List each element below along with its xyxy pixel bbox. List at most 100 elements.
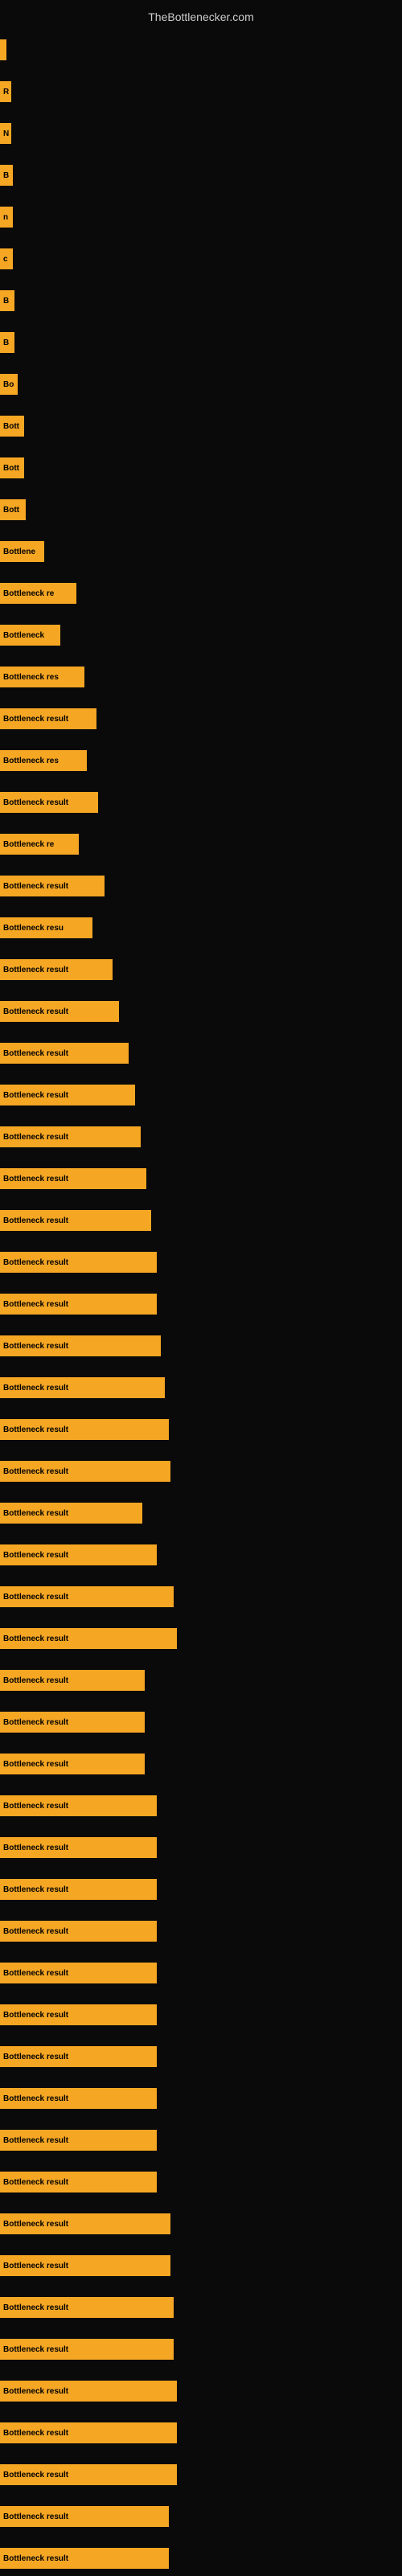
bar-track: Bottleneck result bbox=[0, 2130, 157, 2151]
bar-item: Bottleneck result bbox=[0, 868, 105, 904]
bar-text: Bottleneck result bbox=[3, 1844, 68, 1852]
bar-track: Bottleneck result bbox=[0, 2422, 177, 2443]
bar-item: Bottleneck res bbox=[0, 659, 84, 695]
bar-text: Bottleneck result bbox=[3, 2011, 68, 2020]
bar-track: Bottleneck result bbox=[0, 2464, 177, 2485]
bar-track: Bottleneck result bbox=[0, 1754, 145, 1774]
bar-track: Bottleneck result bbox=[0, 1712, 145, 1733]
bar-track: Bottleneck re bbox=[0, 583, 76, 604]
bar-item: Bottleneck result bbox=[0, 1495, 142, 1531]
bar-item: Bottleneck result bbox=[0, 1328, 161, 1364]
bar-text: Bottleneck result bbox=[3, 1593, 68, 1602]
bar-text: n bbox=[3, 213, 8, 222]
bar-text: Bottleneck result bbox=[3, 2387, 68, 2396]
bar-item: Bottleneck result bbox=[0, 2123, 157, 2158]
bar-item: Bottleneck result bbox=[0, 1412, 169, 1447]
bar-track: Bottleneck result bbox=[0, 2297, 174, 2318]
bar-track: Bottleneck result bbox=[0, 1963, 157, 1983]
bar-text: B bbox=[3, 171, 9, 180]
bar-track: Bottleneck result bbox=[0, 1294, 157, 1315]
bar-item: Bottleneck result bbox=[0, 785, 98, 820]
bar-text: Bottleneck result bbox=[3, 1091, 68, 1100]
bar-track: B bbox=[0, 165, 13, 186]
bar-item: Bottleneck res bbox=[0, 743, 87, 778]
bar-item: Bottleneck result bbox=[0, 2164, 157, 2200]
bar-track: Bottleneck resu bbox=[0, 917, 92, 938]
bar-text: Bottleneck result bbox=[3, 1760, 68, 1769]
bar-track bbox=[0, 39, 6, 60]
bar-text: Bottleneck result bbox=[3, 2345, 68, 2354]
bar-text: Bo bbox=[3, 380, 14, 389]
bar-item: Bottleneck result bbox=[0, 1997, 157, 2032]
bar-item: Bottleneck result bbox=[0, 1119, 141, 1155]
bar-text: Bottleneck resu bbox=[3, 924, 64, 933]
bar-item: Bottleneck result bbox=[0, 1161, 146, 1196]
bar-track: Bottleneck re bbox=[0, 834, 79, 855]
bar-track: Bottleneck res bbox=[0, 750, 87, 771]
bar-text: Bottleneck result bbox=[3, 1133, 68, 1142]
bar-track: Bottleneck result bbox=[0, 1837, 157, 1858]
bar-track: Bottleneck result bbox=[0, 1335, 161, 1356]
bar-text: Bottleneck res bbox=[3, 673, 59, 682]
bar-item: Bottleneck result bbox=[0, 1286, 157, 1322]
bar-text: Bottleneck result bbox=[3, 1258, 68, 1267]
bar-track: Bottleneck result bbox=[0, 1879, 157, 1900]
bar-text: Bottleneck result bbox=[3, 2094, 68, 2103]
bar-text: Bottleneck result bbox=[3, 1509, 68, 1518]
bar-text: Bottleneck result bbox=[3, 2053, 68, 2061]
bar-track: Bottleneck result bbox=[0, 1544, 157, 1565]
bar-track: Bottleneck result bbox=[0, 1628, 177, 1649]
bar-track: Bottleneck result bbox=[0, 1252, 157, 1273]
bar-text: Bottleneck result bbox=[3, 1342, 68, 1351]
bar-track: Bott bbox=[0, 457, 24, 478]
bar-text: Bott bbox=[3, 464, 19, 473]
bar-item: Bottleneck result bbox=[0, 2415, 177, 2451]
bar-item: Bottleneck result bbox=[0, 2290, 174, 2325]
bar-text: Bottleneck result bbox=[3, 2554, 68, 2563]
bar-track: Bottleneck result bbox=[0, 708, 96, 729]
bar-text: Bottleneck result bbox=[3, 1425, 68, 1434]
bar-text: Bottleneck result bbox=[3, 1927, 68, 1936]
bar-item: Bottleneck result bbox=[0, 994, 119, 1029]
bar-item: Bottleneck re bbox=[0, 827, 79, 862]
bar-item: Bottleneck result bbox=[0, 1537, 157, 1573]
bar-track: Bottleneck result bbox=[0, 876, 105, 896]
bar-track: Bottleneck result bbox=[0, 792, 98, 813]
bar-item: Bottleneck result bbox=[0, 1914, 157, 1949]
bar-item: Bottleneck re bbox=[0, 576, 76, 611]
bar-text: Bottleneck result bbox=[3, 2512, 68, 2521]
bar-text: R bbox=[3, 88, 9, 96]
bar-item: Bottleneck resu bbox=[0, 910, 92, 945]
bar-text: Bottleneck re bbox=[3, 589, 54, 598]
bar-item: Bottleneck result bbox=[0, 2499, 169, 2534]
bar-item: R bbox=[0, 74, 11, 109]
site-title: TheBottlenecker.com bbox=[0, 4, 402, 30]
bar-track: Bottleneck res bbox=[0, 667, 84, 687]
bar-text: Bottleneck bbox=[3, 631, 44, 640]
bar-text: Bottleneck result bbox=[3, 1718, 68, 1727]
bar-track: Bottleneck result bbox=[0, 2381, 177, 2402]
bar-text: Bottleneck result bbox=[3, 2220, 68, 2229]
bar-item: Bottleneck result bbox=[0, 1955, 157, 1991]
bar-track: Bo bbox=[0, 374, 18, 395]
bar-text: Bottleneck result bbox=[3, 2471, 68, 2480]
bar-track: Bottleneck result bbox=[0, 1503, 142, 1524]
bar-track: Bottleneck result bbox=[0, 1419, 169, 1440]
bar-track: Bottleneck result bbox=[0, 2548, 169, 2569]
bar-text: Bottleneck result bbox=[3, 2303, 68, 2312]
bar-text: Bottleneck result bbox=[3, 1969, 68, 1978]
bar-text: Bottlene bbox=[3, 548, 35, 556]
bar-item: Bottleneck result bbox=[0, 2248, 170, 2283]
bar-track: Bottleneck result bbox=[0, 1085, 135, 1105]
bar-track: Bottleneck result bbox=[0, 2088, 157, 2109]
bar-item: Bottleneck result bbox=[0, 1746, 145, 1782]
bar-track: Bottleneck bbox=[0, 625, 60, 646]
bar-text: Bottleneck result bbox=[3, 1216, 68, 1225]
bar-track: Bottleneck result bbox=[0, 2004, 157, 2025]
bar-text: Bottleneck result bbox=[3, 2178, 68, 2187]
bar-track: Bottleneck result bbox=[0, 1001, 119, 1022]
bar-item: Bottleneck result bbox=[0, 952, 113, 987]
bar-item: Bottleneck result bbox=[0, 2457, 177, 2492]
bar-track: Bottleneck result bbox=[0, 2213, 170, 2234]
bar-text: Bottleneck result bbox=[3, 882, 68, 891]
